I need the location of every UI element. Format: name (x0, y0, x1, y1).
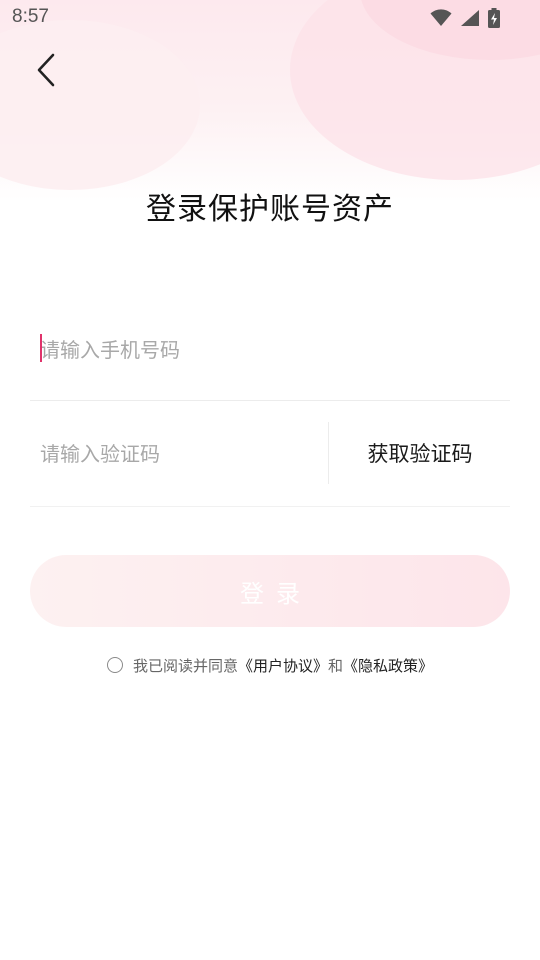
signal-icon (460, 9, 480, 27)
battery-charging-icon (488, 8, 500, 28)
get-code-button[interactable]: 获取验证码 (330, 432, 510, 476)
text-cursor (40, 334, 42, 362)
chevron-left-icon (36, 53, 56, 91)
header-decoration (0, 20, 200, 190)
agreement-prefix: 我已阅读并同意 (132, 656, 238, 675)
status-bar: 8:57 (0, 0, 540, 36)
code-field-row: 获取验证码 (30, 400, 510, 507)
user-agreement-link[interactable]: 《用户协议》 (238, 655, 328, 676)
status-icons (430, 8, 500, 28)
agreement-checkbox[interactable] (106, 657, 123, 673)
agreement-and: 和 (328, 656, 344, 675)
field-divider (328, 422, 329, 484)
phone-field-row (30, 300, 510, 401)
agreement-row: 我已阅读并同意 《用户协议》 和 《隐私政策》 (0, 652, 540, 678)
wifi-icon (430, 9, 452, 27)
verification-code-input[interactable] (40, 432, 320, 476)
page-title: 登录保护账号资产 (146, 192, 394, 227)
privacy-policy-link[interactable]: 《隐私政策》 (343, 655, 433, 676)
phone-input[interactable] (40, 328, 500, 372)
status-time: 8:57 (12, 6, 49, 27)
login-button[interactable]: 登录 (30, 555, 510, 627)
back-button[interactable] (26, 52, 66, 92)
